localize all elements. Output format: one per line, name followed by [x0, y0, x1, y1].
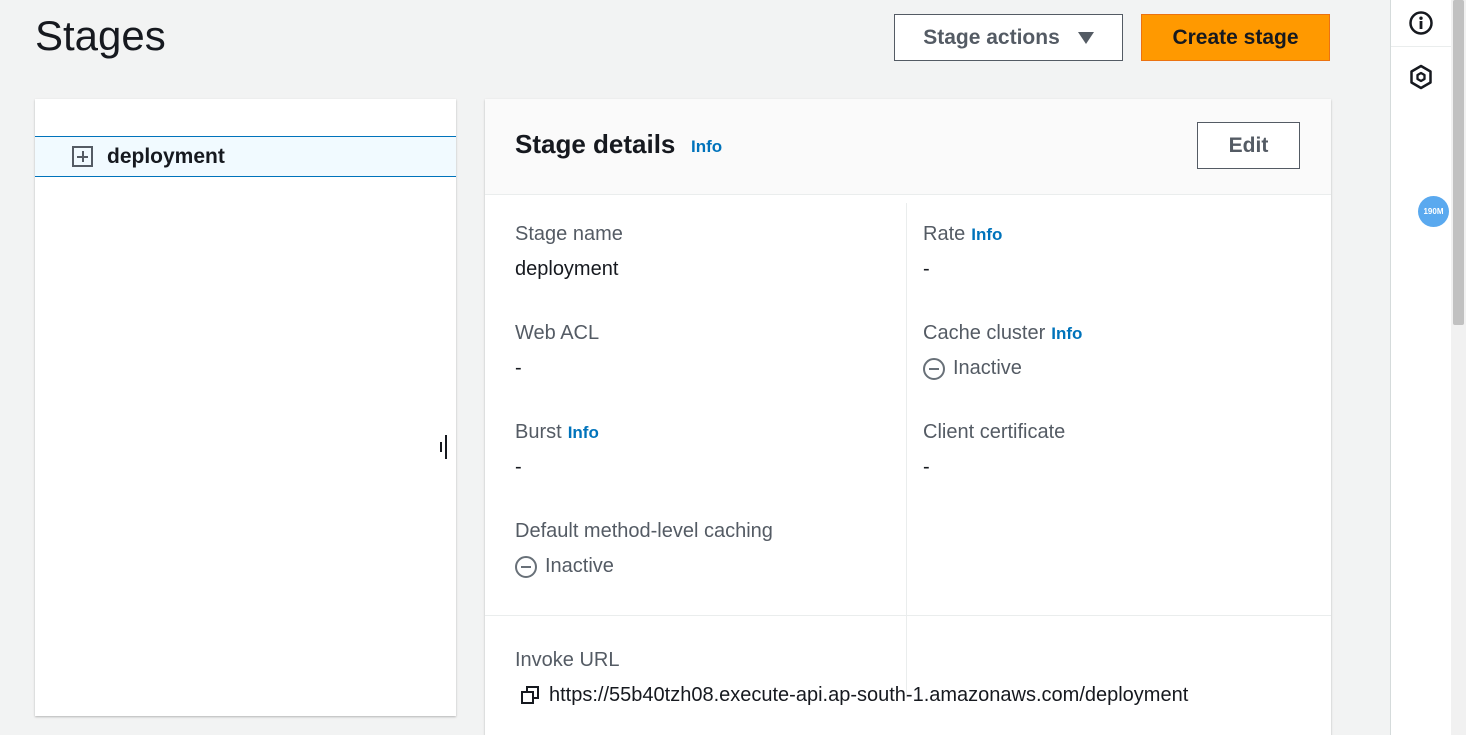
tree-item-deployment[interactable]: deployment: [35, 136, 456, 177]
burst-info-link[interactable]: Info: [568, 423, 599, 443]
web-acl-text: -: [515, 357, 522, 379]
minus-circle-icon: [923, 357, 945, 380]
info-panel-button[interactable]: [1391, 0, 1451, 46]
memory-badge[interactable]: 190M: [1418, 196, 1449, 227]
column-divider: [906, 203, 907, 698]
invoke-url-value: https://55b40tzh08.execute-api.ap-south-…: [515, 684, 1188, 707]
stage-actions-button[interactable]: Stage actions: [894, 14, 1123, 61]
field-label: Default method-level caching: [515, 520, 773, 543]
stage-details-header: Stage details Info Edit: [485, 99, 1331, 195]
panel-resize-handle[interactable]: [440, 435, 448, 459]
right-utility-rail: [1390, 0, 1451, 735]
caret-down-icon: [1077, 31, 1094, 44]
client-certificate-value: -: [923, 456, 1065, 479]
cache-cluster-value: Inactive: [923, 357, 1082, 380]
hexagon-settings-icon: [1410, 64, 1432, 90]
tree-item-label: deployment: [107, 144, 225, 168]
burst-label: Burst: [515, 421, 562, 443]
rate-info-link[interactable]: Info: [971, 225, 1002, 245]
scrollbar-thumb[interactable]: [1453, 0, 1464, 325]
field-rate: Rate Info -: [923, 223, 1002, 281]
vertical-scrollbar[interactable]: [1451, 0, 1466, 735]
stage-details-panel: Stage details Info Edit Stage name deplo…: [485, 99, 1331, 735]
page-title: Stages: [35, 12, 166, 59]
info-circle-icon: [1409, 11, 1433, 35]
field-invoke-url: Invoke URL https://55b40tzh08.execute-ap…: [515, 649, 1188, 707]
client-certificate-label: Client certificate: [923, 421, 1066, 443]
rate-text: -: [923, 258, 930, 280]
minus-circle-icon: [515, 555, 537, 578]
copy-icon[interactable]: [521, 685, 541, 706]
field-stage-name: Stage name deployment: [515, 223, 623, 281]
field-label: Rate Info: [923, 223, 1002, 246]
resources-panel-button[interactable]: [1391, 54, 1451, 100]
edit-label: Edit: [1228, 133, 1269, 157]
client-certificate-text: -: [923, 456, 930, 478]
field-default-caching: Default method-level caching Inactive: [515, 520, 773, 578]
cache-cluster-label: Cache cluster: [923, 322, 1046, 344]
cache-cluster-info-link[interactable]: Info: [1051, 324, 1082, 344]
stage-name-value: deployment: [515, 258, 623, 281]
field-label: Invoke URL: [515, 649, 1188, 672]
stage-name-label: Stage name: [515, 223, 623, 245]
field-label: Web ACL: [515, 322, 599, 345]
edit-button[interactable]: Edit: [1197, 122, 1300, 169]
rail-separator: [1391, 46, 1451, 47]
create-stage-label: Create stage: [1172, 25, 1299, 49]
create-stage-button[interactable]: Create stage: [1141, 14, 1330, 61]
field-client-certificate: Client certificate -: [923, 421, 1065, 479]
field-label: Burst Info: [515, 421, 599, 444]
burst-value: -: [515, 456, 599, 479]
field-label: Cache cluster Info: [923, 322, 1082, 345]
web-acl-label: Web ACL: [515, 322, 600, 344]
burst-text: -: [515, 456, 522, 478]
stages-tree-panel: deployment: [35, 99, 456, 716]
page: Stages Stage actions Create stage deploy…: [0, 0, 1466, 735]
default-caching-text: Inactive: [545, 555, 614, 577]
invoke-url-link[interactable]: https://55b40tzh08.execute-api.ap-south-…: [549, 684, 1188, 707]
field-cache-cluster: Cache cluster Info Inactive: [923, 322, 1082, 380]
web-acl-value: -: [515, 357, 599, 380]
field-label: Client certificate: [923, 421, 1065, 444]
stage-details-title: Stage details: [515, 129, 676, 159]
field-burst: Burst Info -: [515, 421, 599, 479]
stage-actions-label: Stage actions: [923, 25, 1060, 49]
rate-value: -: [923, 258, 1002, 281]
stage-details-info-link[interactable]: Info: [691, 137, 722, 157]
rate-label: Rate: [923, 223, 966, 245]
field-web-acl: Web ACL -: [515, 322, 599, 380]
section-divider: [485, 615, 1331, 616]
plus-square-icon[interactable]: [72, 146, 93, 167]
stage-name-text: deployment: [515, 258, 619, 280]
default-caching-label: Default method-level caching: [515, 520, 773, 542]
field-label: Stage name: [515, 223, 623, 246]
cache-cluster-text: Inactive: [953, 357, 1022, 379]
default-caching-value: Inactive: [515, 555, 773, 578]
invoke-url-label: Invoke URL: [515, 649, 620, 671]
